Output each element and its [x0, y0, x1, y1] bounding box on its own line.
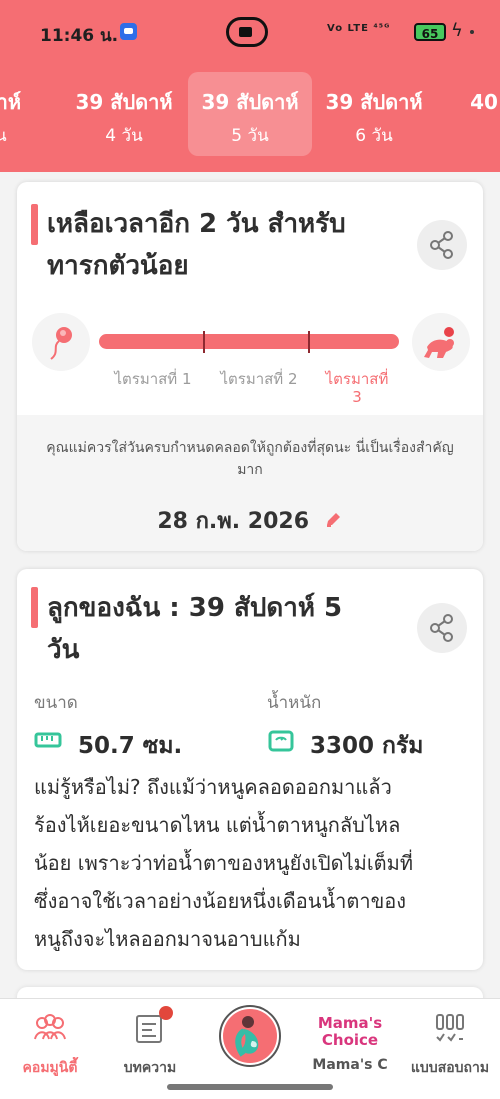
edit-icon[interactable] [323, 510, 343, 530]
paragraph-line: ร้องไห้เยอะขนาดไหน แต่น้ำตาหนูกลับไหล [34, 813, 401, 837]
status-time: 11:46 น. [40, 26, 119, 46]
trimester-divider [308, 331, 310, 353]
trimester-2-label: ไตรมาสที่ 2 [220, 370, 298, 388]
share-button[interactable] [417, 603, 467, 653]
notification-app-icon [120, 23, 137, 40]
countdown-title-line: ทารกตัวน้อย [47, 251, 189, 281]
nav-articles[interactable]: บทความ [100, 1006, 200, 1087]
baby-fact-paragraph: แม่รู้หรือไม่? ถึงแม้ว่าหนูคลอดออกมาแล้ว… [34, 768, 472, 958]
countdown-title-line: เหลือเวลาอีก 2 วัน สำหรับ [47, 209, 346, 239]
network-status: Vo LTE ⁴⁵ᴳ [327, 23, 391, 34]
share-icon [430, 231, 453, 259]
size-label: ขนาด [34, 693, 78, 713]
status-dot-icon [470, 30, 474, 34]
title-accent [31, 587, 38, 628]
day-label: 6 วัน [355, 126, 393, 146]
day-label: วัน [0, 126, 7, 146]
nav-label: บทความ [123, 1060, 177, 1076]
mamas-choice-logo: Mama's Choice [317, 1014, 383, 1049]
due-date-value: 28 ก.พ. 2026 [157, 509, 310, 534]
sperm-icon [32, 313, 90, 371]
nav-community[interactable]: คอมมูนิตี้ [0, 1009, 100, 1087]
week-label: 40 สัป [470, 90, 500, 114]
status-bar: 11:46 น. Vo LTE ⁴⁵ᴳ 65 ϟ [0, 0, 500, 62]
trimester-1-label: ไตรมาสที่ 1 [114, 370, 192, 388]
community-icon [34, 1014, 66, 1040]
share-icon [430, 614, 453, 642]
due-date-section: คุณแม่ควรใส่วันครบกำหนดคลอดให้ถูกต้องที่… [17, 415, 483, 551]
baby-info-card: ลูกของฉัน : 39 สัปดาห์ 5 วัน ขนาด 50.7 ซ… [17, 569, 483, 970]
notification-badge [159, 1006, 173, 1020]
weight-label: น้ำหนัก [267, 693, 322, 713]
paragraph-line: ซึ่งอาจใช้เวลาอย่างน้อยหนึ่งเดือนน้ำตาขอ… [34, 889, 407, 913]
ruler-icon [34, 732, 62, 748]
week-label: 39 สัปดาห์ [201, 90, 299, 114]
nav-label: คอมมูนิตี้ [22, 1060, 78, 1076]
nav-label: Mama's C [312, 1057, 388, 1073]
week-label: 39 สัปดาห์ [325, 90, 423, 114]
baby-title-line: วัน [47, 635, 80, 665]
charging-icon: ϟ [451, 20, 463, 41]
baby-title-line: ลูกของฉัน : 39 สัปดาห์ 5 [47, 593, 343, 623]
weight-value: 3300 กรัม [310, 733, 424, 759]
baby-crawling-icon [412, 313, 470, 371]
share-button[interactable] [417, 220, 467, 270]
nav-label: แบบสอบถาม [410, 1060, 490, 1076]
bottom-navigation: คอมมูนิตี้ บทความ Mama's Choice Mama's C [0, 998, 500, 1099]
day-label: 4 วัน [105, 126, 143, 146]
countdown-card: เหลือเวลาอีก 2 วัน สำหรับ ทารกตัวน้อย ไต… [17, 182, 483, 551]
week-item[interactable]: 39 สัปดาห์ 4 วัน [62, 72, 186, 156]
home-indicator[interactable] [167, 1084, 333, 1090]
pregnancy-center-button[interactable] [219, 1005, 281, 1067]
pregnant-woman-icon [223, 1009, 277, 1063]
paragraph-line: แม่รู้หรือไม่? ถึงแม้ว่าหนูคลอดออกมาแล้ว [34, 775, 392, 799]
week-selector: ปดาห์ วัน 39 สัปดาห์ 4 วัน 39 สัปดาห์ 5 … [0, 62, 500, 172]
week-item[interactable]: 39 สัปดาห์ 6 วัน [312, 72, 436, 156]
due-date-editor[interactable]: 28 ก.พ. 2026 [17, 503, 483, 538]
battery-indicator: 65 [414, 23, 446, 41]
pregnancy-progress-bar [99, 331, 399, 353]
trimester-divider [203, 331, 205, 353]
trimester-3-label: ไตรมาสที่ 3 [325, 370, 389, 406]
day-label: 5 วัน [231, 126, 269, 146]
screen-record-icon [226, 17, 268, 47]
survey-icon [436, 1014, 464, 1042]
paragraph-line: หนูถึงจะไหลออกมาจนอาบแก้ม [34, 927, 301, 951]
paragraph-line: น้อย เพราะว่าท่อน้ำตาของหนูยังเปิดไม่เต็… [34, 851, 414, 875]
week-label: 39 สัปดาห์ [75, 90, 173, 114]
scale-icon [268, 730, 294, 752]
nav-survey[interactable]: แบบสอบถาม [400, 1009, 500, 1087]
week-item[interactable]: 40 สัป [438, 72, 500, 156]
nav-mamas-choice[interactable]: Mama's Choice Mama's C [300, 1009, 400, 1087]
week-label: ปดาห์ [0, 90, 22, 114]
due-date-note: คุณแม่ควรใส่วันครบกำหนดคลอดให้ถูกต้องที่… [46, 440, 454, 478]
week-item-active[interactable]: 39 สัปดาห์ 5 วัน [188, 72, 312, 156]
week-item[interactable]: ปดาห์ วัน [0, 72, 58, 156]
size-value: 50.7 ซม. [78, 733, 183, 759]
title-accent [31, 204, 38, 245]
